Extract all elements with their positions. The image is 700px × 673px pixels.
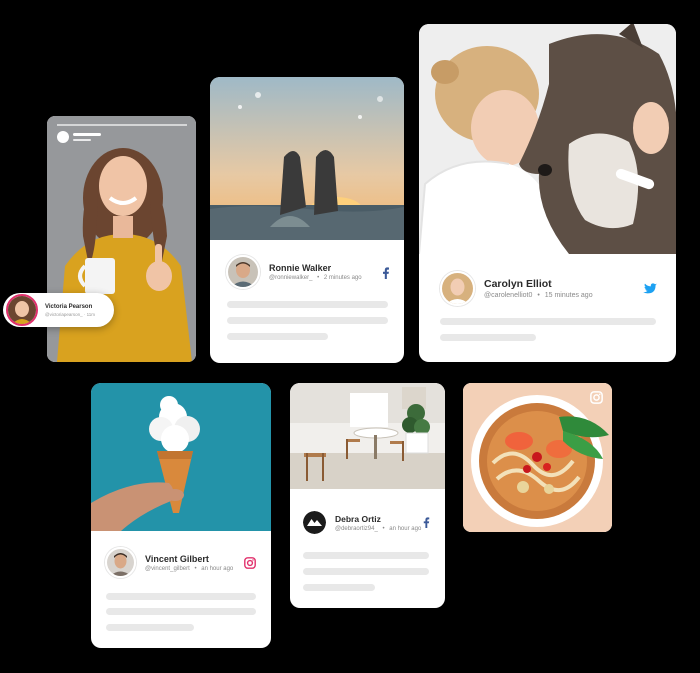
post-time: 15 minutes ago <box>544 292 593 299</box>
separator: • <box>537 292 540 299</box>
post-time: an hour ago <box>389 525 422 532</box>
post-photo <box>210 77 404 240</box>
author-sub: @carolenelliot0 • 15 minutes ago <box>484 292 593 299</box>
text-placeholder <box>227 301 388 308</box>
post-time: 2 minutes ago <box>323 275 362 281</box>
separator: • <box>382 525 385 532</box>
post-photo <box>290 383 445 489</box>
post-card-food[interactable] <box>463 383 612 532</box>
author-sub: @ronniewalker_ • 2 minutes ago <box>269 275 362 281</box>
text-placeholder <box>227 317 388 324</box>
avatar <box>226 255 260 289</box>
author-sub: @vincent_gilbert • an hour ago <box>145 566 233 572</box>
instagram-icon[interactable] <box>590 391 603 409</box>
text-placeholder <box>440 334 536 341</box>
author-handle: @debraortiz94_ <box>335 525 378 532</box>
author-name: Carolyn Elliot <box>484 278 552 290</box>
author-handle: @vincent_gilbert <box>145 565 190 572</box>
author-handle: @carolenelliot0 <box>484 292 533 299</box>
story-title-line <box>73 133 101 136</box>
avatar <box>6 294 38 326</box>
author-pill-victoria[interactable]: Victoria Pearson @victoriapearson_ · 11m <box>3 293 114 327</box>
twitter-icon[interactable] <box>643 282 657 300</box>
avatar <box>105 547 136 578</box>
author-handle: @ronniewalker_ <box>269 275 313 281</box>
separator: • <box>317 275 320 281</box>
avatar <box>303 511 326 534</box>
story-sub-line <box>73 139 91 141</box>
text-placeholder <box>106 624 194 631</box>
facebook-icon[interactable] <box>423 515 430 533</box>
text-placeholder <box>303 584 375 591</box>
author-name: Ronnie Walker <box>269 263 332 273</box>
author-sub: @victoriapearson_ · 11m <box>45 311 96 317</box>
author-name: Debra Ortiz <box>335 513 381 524</box>
post-time: an hour ago <box>201 565 234 572</box>
post-photo <box>419 24 676 254</box>
author-name: Vincent Gilbert <box>145 553 209 564</box>
post-card-debra[interactable]: Debra Ortiz @debraortiz94_ • an hour ago <box>290 383 445 608</box>
text-placeholder <box>227 333 328 340</box>
author-sub: @debraortiz94_ • an hour ago <box>335 526 421 532</box>
text-placeholder <box>106 593 256 600</box>
post-card-vincent[interactable]: Vincent Gilbert @vincent_gilbert • an ho… <box>91 383 271 648</box>
post-card-ronnie[interactable]: Ronnie Walker @ronniewalker_ • 2 minutes… <box>210 77 404 363</box>
instagram-icon[interactable] <box>244 556 256 574</box>
text-placeholder <box>106 608 256 615</box>
separator: • <box>194 565 197 572</box>
post-photo <box>91 383 271 531</box>
story-progress-bar <box>57 124 187 126</box>
author-name: Victoria Pearson <box>45 303 93 310</box>
post-card-carolyn[interactable]: Carolyn Elliot @carolenelliot0 • 15 minu… <box>419 24 676 362</box>
avatar <box>440 271 475 306</box>
facebook-icon[interactable] <box>382 266 390 284</box>
story-avatar-dot <box>57 131 69 143</box>
text-placeholder <box>303 552 429 559</box>
text-placeholder <box>303 568 429 575</box>
text-placeholder <box>440 318 656 325</box>
